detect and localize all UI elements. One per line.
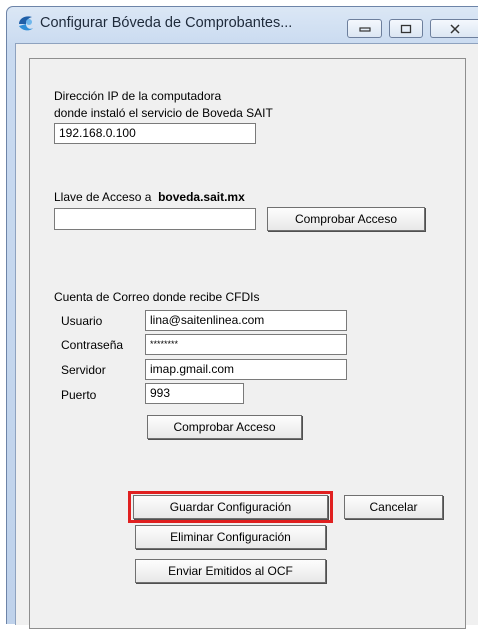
mail-section-heading: Cuenta de Correo donde recibe CFDIs <box>54 290 260 304</box>
send-issued-ocf-button[interactable]: Enviar Emitidos al OCF <box>135 559 326 583</box>
access-key-input[interactable] <box>54 208 256 230</box>
sait-logo-icon <box>19 16 33 31</box>
access-key-label: Llave de Acceso a boveda.sait.mx <box>54 190 245 204</box>
close-icon <box>450 23 460 34</box>
port-label: Puerto <box>61 388 97 402</box>
ip-address-input[interactable]: 192.168.0.100 <box>54 123 256 144</box>
check-mail-access-button[interactable]: Comprobar Acceso <box>147 415 302 439</box>
password-label: Contraseña <box>61 338 124 352</box>
port-input[interactable]: 993 <box>145 383 244 404</box>
close-button[interactable] <box>430 19 478 38</box>
user-input[interactable]: lina@saitenlinea.com <box>145 310 347 331</box>
dialog-client-area: Dirección IP de la computadora donde ins… <box>15 43 478 629</box>
server-input[interactable]: imap.gmail.com <box>145 359 347 380</box>
window-title: Configurar Bóveda de Comprobantes... <box>40 15 293 31</box>
minimize-icon <box>358 26 371 32</box>
maximize-icon <box>400 24 412 33</box>
check-access-button[interactable]: Comprobar Acceso <box>267 207 425 231</box>
dialog-window: Configurar Bóveda de Comprobantes... Dir… <box>6 6 478 629</box>
password-input[interactable]: ******** <box>145 334 347 355</box>
maximize-button[interactable] <box>389 19 423 38</box>
ip-label-line2: donde instaló el servicio de Boveda SAIT <box>54 106 273 120</box>
save-button-highlight <box>128 491 333 523</box>
cancel-button[interactable]: Cancelar <box>344 495 443 519</box>
delete-config-button[interactable]: Eliminar Configuración <box>135 525 326 549</box>
minimize-button[interactable] <box>347 19 382 38</box>
ip-label-line1: Dirección IP de la computadora <box>54 89 222 103</box>
server-label: Servidor <box>61 363 106 377</box>
access-key-domain: boveda.sait.mx <box>158 190 245 204</box>
config-panel: Dirección IP de la computadora donde ins… <box>29 58 466 629</box>
user-label: Usuario <box>61 314 103 328</box>
access-key-label-text: Llave de Acceso a <box>54 190 152 204</box>
title-bar[interactable]: Configurar Bóveda de Comprobantes... <box>7 7 478 39</box>
